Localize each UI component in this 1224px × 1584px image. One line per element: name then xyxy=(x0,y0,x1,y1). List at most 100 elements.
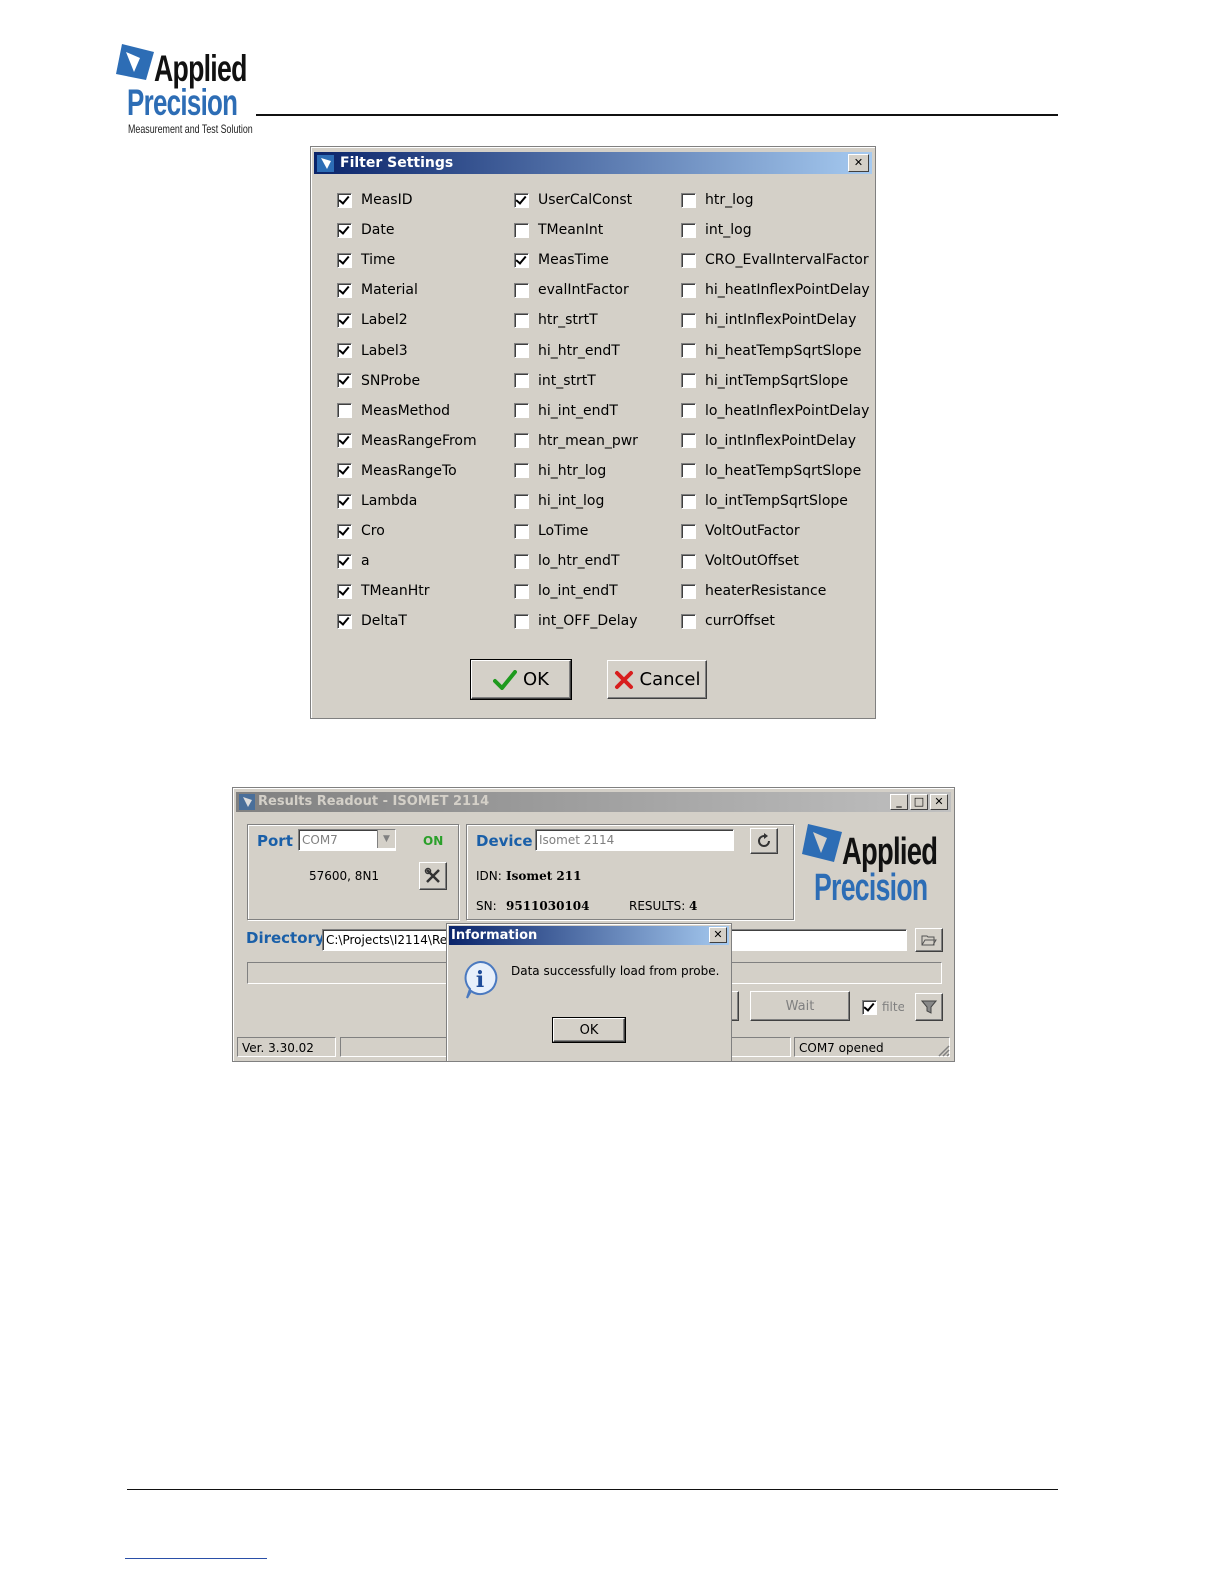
filter-option-tmeanhtr[interactable]: TMeanHtr xyxy=(337,581,429,601)
filter-option-date[interactable]: Date xyxy=(337,220,394,240)
cancel-button[interactable]: Cancel xyxy=(607,660,707,699)
checkbox[interactable] xyxy=(514,493,529,509)
wait-button[interactable]: Wait xyxy=(750,991,850,1021)
checkbox[interactable] xyxy=(681,252,696,268)
checkbox[interactable] xyxy=(514,222,529,238)
filter-option-int-log[interactable]: int_log xyxy=(681,220,752,240)
filter-option-hi-heattempsqrtslope[interactable]: hi_heatTempSqrtSlope xyxy=(681,341,862,361)
filter-option-int-off-delay[interactable]: int_OFF_Delay xyxy=(514,611,638,631)
filter-option-int-strtt[interactable]: int_strtT xyxy=(514,371,596,391)
checkbox[interactable] xyxy=(681,403,696,419)
checkbox[interactable] xyxy=(337,613,352,629)
checkbox[interactable] xyxy=(337,583,352,599)
filter-option-a[interactable]: a xyxy=(337,551,370,571)
refresh-button[interactable] xyxy=(750,828,778,854)
filter-option-label2[interactable]: Label2 xyxy=(337,310,408,330)
checkbox[interactable] xyxy=(337,222,352,238)
filter-option-cro[interactable]: Cro xyxy=(337,521,385,541)
checkbox[interactable] xyxy=(337,523,352,539)
checkbox[interactable] xyxy=(514,583,529,599)
filter-option-hi-intinflexpointdelay[interactable]: hi_intInflexPointDelay xyxy=(681,310,856,330)
checkbox[interactable] xyxy=(681,373,696,389)
filter-option-voltoutfactor[interactable]: VoltOutFactor xyxy=(681,521,800,541)
filter-option-heaterresistance[interactable]: heaterResistance xyxy=(681,581,826,601)
filter-option-lo-heatinflexpointdelay[interactable]: lo_heatInflexPointDelay xyxy=(681,401,869,421)
filter-option-tmeanint[interactable]: TMeanInt xyxy=(514,220,603,240)
port-select[interactable]: COM7 ▼ xyxy=(298,829,396,851)
filter-option-lotime[interactable]: LoTime xyxy=(514,521,588,541)
checkbox[interactable] xyxy=(337,282,352,298)
filter-option-lo-inttempsqrtslope[interactable]: lo_intTempSqrtSlope xyxy=(681,491,848,511)
checkbox[interactable] xyxy=(337,463,352,479)
filter-option-measmethod[interactable]: MeasMethod xyxy=(337,401,450,421)
filter-option-deltat[interactable]: DeltaT xyxy=(337,611,407,631)
maximize-icon[interactable]: □ xyxy=(910,794,928,810)
checkbox[interactable] xyxy=(337,343,352,358)
checkbox[interactable] xyxy=(514,433,529,449)
filter-option-hi-heatinflexpointdelay[interactable]: hi_heatInflexPointDelay xyxy=(681,280,870,300)
checkbox[interactable] xyxy=(337,312,352,328)
checkbox[interactable] xyxy=(337,553,352,569)
filter-option-htr-strtt[interactable]: htr_strtT xyxy=(514,310,598,330)
filter-option-measrangeto[interactable]: MeasRangeTo xyxy=(337,461,457,481)
checkbox[interactable] xyxy=(681,523,696,539)
filter-option-hi-int-endt[interactable]: hi_int_endT xyxy=(514,401,618,421)
port-settings-button[interactable] xyxy=(419,862,447,890)
filter-option-meastime[interactable]: MeasTime xyxy=(514,250,609,270)
browse-folder-button[interactable] xyxy=(915,928,943,952)
close-icon[interactable]: ✕ xyxy=(709,927,727,943)
checkbox[interactable] xyxy=(681,312,696,328)
checkbox[interactable] xyxy=(337,493,352,509)
checkbox[interactable] xyxy=(337,373,352,389)
checkbox[interactable] xyxy=(681,583,696,599)
checkbox[interactable] xyxy=(337,433,352,449)
information-ok-button[interactable]: OK xyxy=(552,1017,626,1043)
checkbox[interactable] xyxy=(337,192,352,208)
filter-option-cro-evalintervalfactor[interactable]: CRO_EvalIntervalFactor xyxy=(681,250,869,270)
filter-option-measrangefrom[interactable]: MeasRangeFrom xyxy=(337,431,477,451)
filter-option-evalintfactor[interactable]: evalIntFactor xyxy=(514,280,629,300)
checkbox[interactable] xyxy=(681,613,696,629)
close-icon[interactable]: ✕ xyxy=(930,794,948,810)
checkbox[interactable] xyxy=(514,373,529,389)
filter-option-lambda[interactable]: Lambda xyxy=(337,491,417,511)
checkbox[interactable] xyxy=(514,343,529,358)
checkbox[interactable] xyxy=(681,222,696,238)
filter-option-curroffset[interactable]: currOffset xyxy=(681,611,775,631)
chevron-down-icon[interactable]: ▼ xyxy=(377,830,395,848)
filter-option-htr-log[interactable]: htr_log xyxy=(681,190,753,210)
filter-settings-button[interactable] xyxy=(915,993,943,1021)
checkbox[interactable] xyxy=(514,282,529,298)
checkbox[interactable] xyxy=(514,252,529,268)
filter-option-lo-heattempsqrtslope[interactable]: lo_heatTempSqrtSlope xyxy=(681,461,861,481)
filter-option-htr-mean-pwr[interactable]: htr_mean_pwr xyxy=(514,431,638,451)
filter-option-voltoutoffset[interactable]: VoltOutOffset xyxy=(681,551,799,571)
checkbox[interactable] xyxy=(514,553,529,569)
filter-option-time[interactable]: Time xyxy=(337,250,395,270)
checkbox[interactable] xyxy=(514,463,529,479)
checkbox[interactable] xyxy=(337,403,352,419)
filter-checkbox-box[interactable] xyxy=(862,999,877,1015)
filter-option-label3[interactable]: Label3 xyxy=(337,341,408,361)
filter-option-hi-htr-endt[interactable]: hi_htr_endT xyxy=(514,341,620,361)
checkbox[interactable] xyxy=(681,433,696,449)
filter-option-lo-htr-endt[interactable]: lo_htr_endT xyxy=(514,551,620,571)
filter-option-snprobe[interactable]: SNProbe xyxy=(337,371,420,391)
filter-checkbox[interactable]: filter xyxy=(862,997,904,1017)
checkbox[interactable] xyxy=(681,192,696,208)
device-field[interactable]: Isomet 2114 xyxy=(535,829,734,851)
checkbox[interactable] xyxy=(514,403,529,419)
checkbox[interactable] xyxy=(514,613,529,629)
filter-option-hi-htr-log[interactable]: hi_htr_log xyxy=(514,461,606,481)
checkbox[interactable] xyxy=(681,282,696,298)
filter-option-lo-int-endt[interactable]: lo_int_endT xyxy=(514,581,618,601)
checkbox[interactable] xyxy=(514,192,529,208)
filter-option-lo-intinflexpointdelay[interactable]: lo_intInflexPointDelay xyxy=(681,431,856,451)
filter-option-hi-inttempsqrtslope[interactable]: hi_intTempSqrtSlope xyxy=(681,371,848,391)
filter-option-usercalconst[interactable]: UserCalConst xyxy=(514,190,632,210)
checkbox[interactable] xyxy=(514,523,529,539)
checkbox[interactable] xyxy=(514,312,529,328)
checkbox[interactable] xyxy=(681,493,696,509)
filter-option-material[interactable]: Material xyxy=(337,280,418,300)
checkbox[interactable] xyxy=(681,463,696,479)
